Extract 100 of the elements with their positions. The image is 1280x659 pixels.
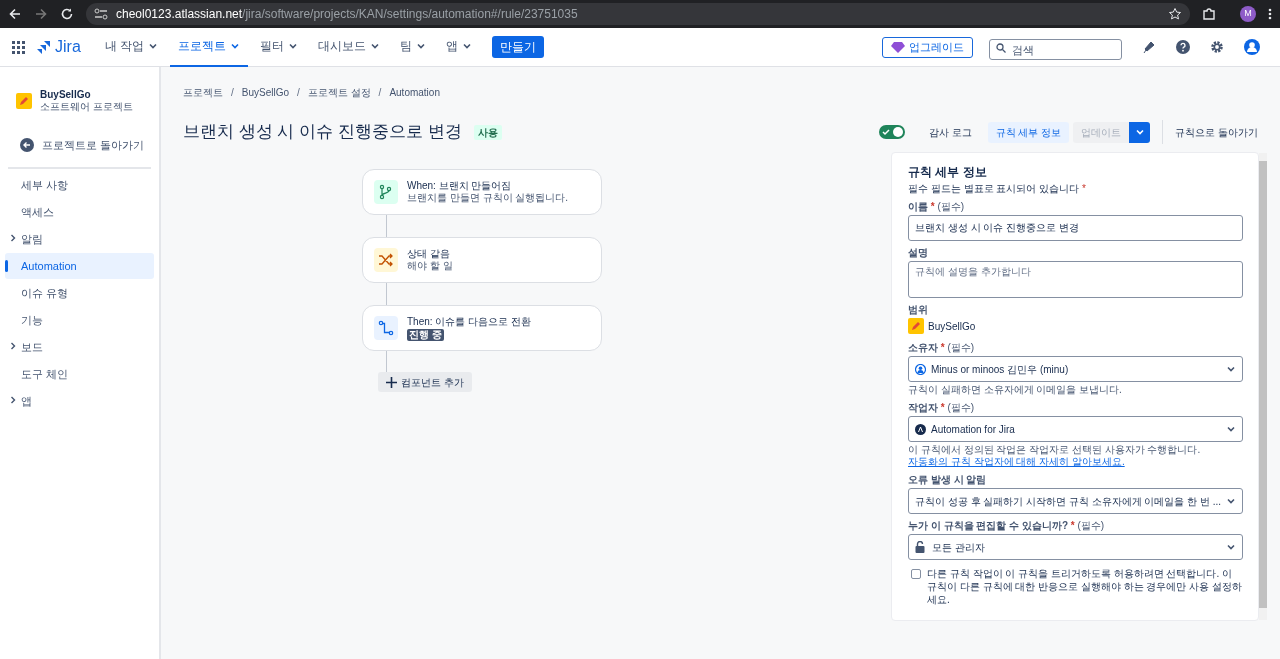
star-icon[interactable]	[1168, 7, 1182, 21]
description-field[interactable]: 규칙에 설명을 추가합니다	[908, 261, 1244, 298]
enable-toggle[interactable]	[878, 125, 905, 139]
upgrade-button[interactable]: 업그레이드	[882, 36, 973, 58]
address-bar[interactable]: cheol0123.atlassian.net/jira/software/projects/KAN/settings/automation#/rule/23751035	[86, 3, 1190, 25]
project-name: BuySellGo	[40, 89, 92, 101]
caret-icon	[1226, 496, 1237, 506]
help-text: 이 규칙에서 정의된 작업은 작업자로 선택된 사용자가 수행합니다.	[908, 444, 1202, 456]
component-description: 브랜치를 만들면 규칙이 실행됩니다.	[407, 192, 569, 204]
automation-avatar-icon	[915, 423, 926, 435]
component-title: When: 브랜치 만들어짐	[407, 180, 512, 192]
breadcrumb-link[interactable]: 프로젝트	[183, 84, 223, 100]
back-to-project-link[interactable]: 프로젝트로 돌아가기	[0, 135, 159, 155]
breadcrumb-link[interactable]: 프로젝트 설정	[307, 84, 371, 100]
required-note: 필수 필드는 별표로 표시되어 있습니다 *	[908, 182, 1087, 196]
unlock-icon	[915, 541, 925, 553]
caret-icon	[288, 41, 299, 51]
field-label: 누가 이 규칙을 편집할 수 있습니까? * (필수)	[908, 520, 1106, 532]
help-icon[interactable]	[1176, 40, 1190, 54]
caret-icon	[416, 41, 427, 51]
owner-select[interactable]: Minus or minoos 김민우 (minu)	[908, 356, 1244, 382]
nav-menu-item[interactable]: 대시보드	[310, 27, 389, 67]
app-switcher-icon[interactable]	[12, 40, 25, 54]
component-title: Then: 이슈를 다음으로 전환	[407, 315, 531, 328]
field-label: 범위	[908, 304, 929, 316]
search-field[interactable]: 검색	[989, 39, 1122, 60]
branch-icon	[374, 180, 398, 204]
project-pencil-icon	[16, 93, 32, 109]
breadcrumb-separator: /	[297, 85, 300, 100]
sidebar-item[interactable]: 도구 체인	[5, 361, 154, 387]
nav-menu-item[interactable]: 앱	[438, 27, 481, 67]
breadcrumb-separator: /	[231, 85, 234, 100]
caret-icon	[462, 41, 473, 51]
field-label: 소유자 * (필수)	[908, 342, 976, 354]
plus-icon	[386, 376, 398, 388]
breadcrumb-separator: /	[378, 85, 382, 100]
editors-select[interactable]: 모든 관리자	[908, 534, 1244, 560]
checkbox-label: 다른 규칙 작업이 이 규칙을 트리거하도록 허용하려면 선택합니다. 이 규칙이 다른 규칙에 대한 반응으로 실행해야 하는 경우에만 사용 설정하세요.	[927, 567, 1243, 606]
back-to-rules-button[interactable]: 규칙으로 돌아가기	[1175, 121, 1258, 143]
field-label: 작업자 * (필수)	[908, 402, 976, 414]
chevron-icon	[10, 342, 16, 350]
more-icon[interactable]	[1268, 7, 1272, 21]
add-component-button[interactable]: 컴포넌트 추가	[378, 372, 472, 392]
shuffle-icon	[374, 248, 398, 272]
search-icon	[996, 42, 1006, 53]
nav-menu-item[interactable]: 팀	[392, 27, 435, 67]
reload-icon[interactable]	[60, 7, 74, 21]
nav-menu-item[interactable]: 필터	[252, 27, 307, 67]
rule-component-card[interactable]: Then: 이슈를 다음으로 전환 진행 중	[362, 305, 602, 351]
site-settings-icon	[94, 8, 108, 20]
caret-icon	[1226, 364, 1237, 374]
learn-more-link[interactable]: 자동화의 규칙 작업자에 대해 자세히 알아보세요.	[908, 456, 1244, 468]
error-notification-select[interactable]: 규칙이 성공 후 실패하기 시작하면 규칙 소유자에게 이메일을 한 번 ...	[908, 488, 1244, 514]
project-type: 소프트웨어 프로젝트	[40, 101, 133, 113]
breadcrumb-link[interactable]: BuySellGo	[241, 84, 290, 100]
sidebar-item[interactable]: 앱	[5, 388, 154, 414]
update-dropdown-button[interactable]	[1129, 121, 1151, 143]
status-tag: 진행 중	[407, 328, 444, 341]
user-icon	[915, 363, 926, 375]
chevron-icon	[10, 396, 16, 404]
profile-avatar[interactable]: M	[1240, 6, 1256, 22]
caret-icon	[1226, 542, 1237, 552]
name-field[interactable]: 브랜치 생성 시 이슈 진행중으로 변경	[908, 215, 1244, 241]
scope-project: BuySellGo	[928, 319, 976, 334]
help-text: 규칙이 실패하면 소유자에게 이메일을 보냅니다.	[908, 384, 1123, 396]
settings-icon[interactable]	[1210, 40, 1224, 54]
sidebar-item[interactable]: 보드	[5, 334, 154, 360]
nav-menu-item[interactable]: 내 작업	[96, 27, 167, 67]
panel-heading: 규칙 세부 정보	[908, 165, 988, 179]
caret-icon	[370, 41, 381, 51]
caret-icon	[1226, 424, 1237, 434]
rule-component-card[interactable]: When: 브랜치 만들어짐 브랜치를 만들면 규칙이 실행됩니다.	[362, 169, 602, 215]
rule-details-button[interactable]: 규칙 세부 정보	[987, 121, 1070, 143]
rule-component-card[interactable]: 상태 같음 해야 할 일	[362, 237, 602, 283]
back-icon[interactable]	[8, 7, 22, 21]
product-name[interactable]: Jira	[55, 35, 81, 59]
sidebar-item[interactable]: Automation	[5, 253, 154, 279]
sidebar-item[interactable]: 액세스	[5, 199, 154, 225]
audit-log-button[interactable]: 감사 로그	[920, 121, 980, 143]
back-arrow-icon	[20, 138, 34, 152]
sidebar-item[interactable]: 세부 사항	[5, 172, 154, 198]
checkbox[interactable]	[911, 569, 921, 579]
sidebar-item[interactable]: 기능	[5, 307, 154, 333]
component-title: 상태 같음	[407, 248, 450, 260]
rule-title: 브랜치 생성 시 이슈 진행중으로 변경	[183, 121, 462, 144]
field-label: 설명	[908, 247, 929, 259]
field-label: 오류 발생 시 알림	[908, 474, 988, 486]
url-text: cheol0123.atlassian.net/jira/software/projects/KAN/settings/automation#/rule/23751035	[116, 6, 579, 23]
breadcrumb-link[interactable]: Automation	[389, 84, 440, 100]
scrollbar[interactable]	[1259, 153, 1268, 620]
project-pencil-icon	[908, 318, 924, 334]
user-avatar-icon[interactable]	[1244, 39, 1260, 55]
actor-select[interactable]: Automation for Jira	[908, 416, 1244, 442]
forward-icon[interactable]	[34, 7, 48, 21]
diamond-icon	[891, 41, 905, 53]
check-icon	[881, 128, 890, 136]
sidebar-item[interactable]: 이슈 유형	[5, 280, 154, 306]
create-button[interactable]: 만들기	[492, 36, 545, 58]
chevron-icon	[10, 234, 16, 242]
sidebar-item[interactable]: 알림	[5, 226, 154, 252]
